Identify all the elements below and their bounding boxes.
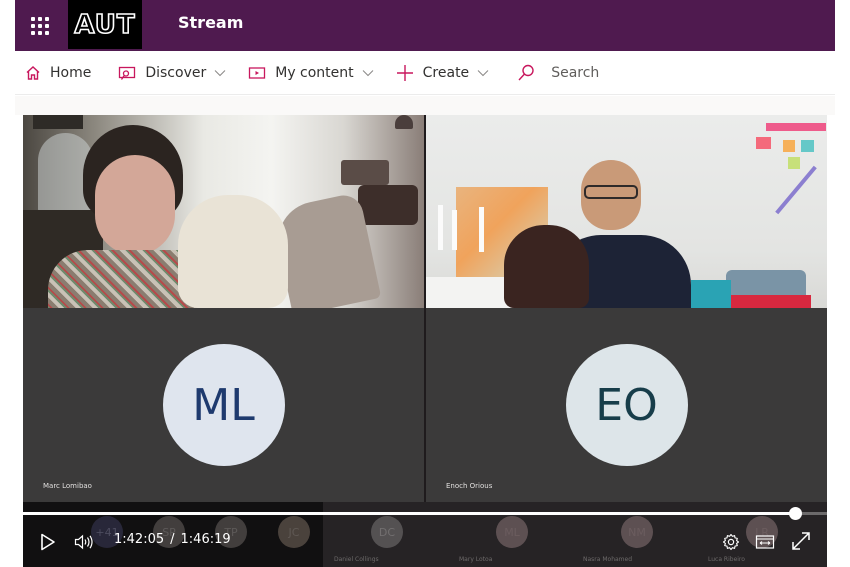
picture-frame [33, 115, 83, 129]
sofa [691, 280, 731, 308]
nav-discover[interactable]: Discover [118, 51, 226, 95]
search-box[interactable]: Search [517, 51, 599, 95]
content-top-bar [15, 96, 835, 115]
plus-icon [396, 64, 413, 81]
sticky-notes [766, 123, 826, 131]
participant-name: Enoch Orious [446, 482, 493, 490]
participant-tile: ML Marc Lomibao [23, 115, 424, 502]
theater-mode-icon [755, 535, 775, 549]
avatar-area: EO Enoch Orious [426, 308, 827, 502]
fullscreen-button[interactable] [789, 529, 813, 553]
gear-icon [722, 533, 740, 551]
person-face [95, 155, 175, 255]
candle [438, 205, 443, 250]
nav-home[interactable]: Home [25, 51, 91, 95]
participant-mini-name: Nasra Mohamed [583, 556, 633, 563]
top-navigation: Home Discover My content Create Search [15, 51, 835, 95]
armchair [341, 160, 389, 185]
video-player[interactable]: ML Marc Lomibao EO Enoch Orious +41 SP T… [23, 115, 827, 567]
participant-mini-name: Daniel Collings [334, 556, 379, 563]
candle [479, 207, 484, 252]
sticky-note [783, 140, 795, 152]
participant-video-feed [23, 115, 424, 308]
dog-brown [504, 225, 589, 308]
avatar-area: ML Marc Lomibao [23, 308, 424, 502]
participant-mini-name: Luca Ribeiro [708, 556, 745, 563]
ruler [775, 165, 817, 215]
participant-mini-avatar: ML [496, 516, 528, 548]
sticky-note [756, 137, 771, 149]
participant-video-feed [426, 115, 827, 308]
nav-discover-label: Discover [145, 64, 207, 81]
waffle-grid-icon [31, 16, 49, 35]
seek-bar-played [23, 512, 795, 515]
nav-home-label: Home [50, 64, 92, 81]
nav-create-label: Create [422, 64, 470, 81]
search-input[interactable]: Search [551, 65, 599, 81]
nav-create[interactable]: Create [396, 51, 490, 95]
participant-mini-avatar: JC [278, 516, 310, 548]
nav-my-content-label: My content [275, 64, 354, 81]
play-icon [41, 533, 55, 551]
candle [452, 210, 457, 250]
participant-tile: EO Enoch Orious [426, 115, 827, 502]
lamp [395, 115, 413, 129]
armchair-seat [358, 185, 418, 225]
seek-bar-handle[interactable] [788, 507, 802, 520]
duration: 1:46:19 [180, 532, 231, 547]
seek-bar[interactable] [23, 507, 827, 520]
app-name[interactable]: Stream [178, 13, 243, 32]
glasses [584, 185, 638, 199]
stream-page: AUT Stream Home Discover My content Crea… [15, 0, 835, 567]
red-cushion [726, 295, 811, 308]
participant-mini-name: Mary Lotoa [459, 556, 493, 563]
settings-button[interactable] [720, 531, 742, 553]
sticky-note [788, 157, 800, 169]
chevron-down-icon [477, 69, 489, 76]
participant-avatar: EO [565, 344, 688, 466]
brand-logo-text: AUT [74, 9, 136, 41]
volume-icon [74, 534, 93, 550]
app-launcher-button[interactable] [15, 0, 65, 51]
home-icon [26, 65, 40, 80]
participant-mini-avatar: NM [621, 516, 653, 548]
volume-button[interactable] [73, 531, 95, 553]
time-display: 1:42:05 / 1:46:19 [114, 532, 231, 547]
time-separator: / [170, 532, 175, 547]
chevron-down-icon [214, 69, 226, 76]
play-button[interactable] [37, 531, 59, 553]
participant-name: Marc Lomibao [43, 482, 92, 490]
search-icon [518, 64, 534, 80]
suite-header: AUT Stream [15, 0, 835, 51]
nav-my-content[interactable]: My content [248, 51, 374, 95]
expand-icon [792, 532, 810, 550]
my-content-icon [249, 66, 266, 79]
dog-white [178, 195, 288, 308]
participant-avatar: ML [162, 344, 285, 466]
theater-mode-button[interactable] [754, 531, 776, 553]
participant-mini-avatar: DC [371, 516, 403, 548]
brand-logo[interactable]: AUT [68, 0, 142, 49]
chevron-down-icon [362, 69, 374, 76]
current-time: 1:42:05 [114, 532, 165, 547]
sticky-note [801, 140, 814, 152]
discover-icon [119, 66, 136, 80]
